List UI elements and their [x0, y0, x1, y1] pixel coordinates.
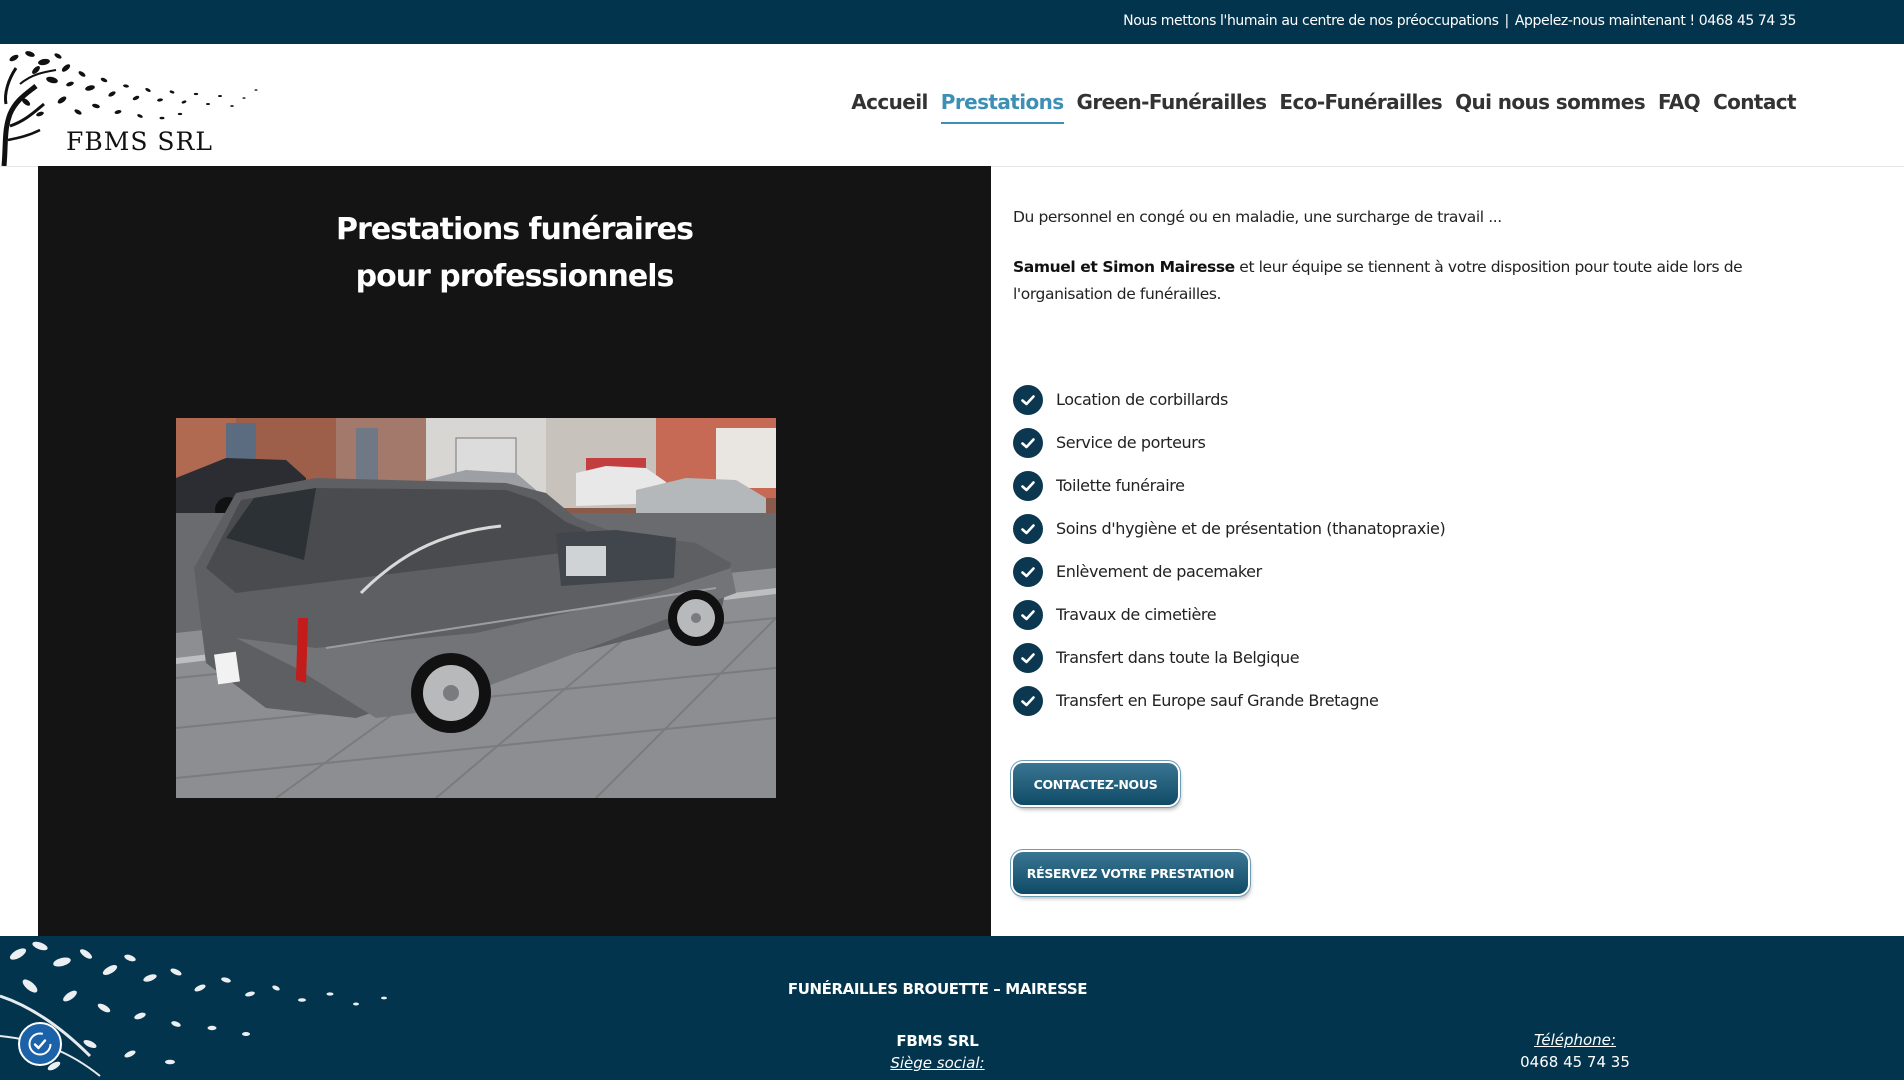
list-item: Enlèvement de pacemaker — [1013, 550, 1445, 593]
nav-eco-funerailles[interactable]: Eco-Funérailles — [1279, 90, 1442, 124]
nav-accueil[interactable]: Accueil — [851, 90, 928, 124]
intro-text: Du personnel en congé ou en maladie, une… — [1013, 208, 1502, 226]
check-circle-icon — [1013, 470, 1043, 501]
topbar-call[interactable]: Appelez-nous maintenant ! 0468 45 74 35 — [1515, 13, 1797, 29]
accessibility-button[interactable] — [18, 1022, 62, 1066]
nav-faq[interactable]: FAQ — [1658, 90, 1701, 124]
site-header: FBMS SRL Accueil Prestations Green-Funér… — [0, 44, 1904, 167]
logo-text: FBMS SRL — [66, 127, 213, 156]
site-footer: FUNÉRAILLES BROUETTE – MAIRESSE FBMS SRL… — [0, 936, 1904, 1080]
footer-company-name: FBMS SRL — [896, 1032, 979, 1050]
check-circle-icon — [1013, 556, 1043, 587]
accessibility-icon — [28, 1032, 52, 1056]
footer-phone-label: Téléphone: — [1534, 1031, 1616, 1049]
service-label: Transfert dans toute la Belgique — [1056, 648, 1300, 667]
list-item: Soins d'hygiène et de présentation (than… — [1013, 507, 1446, 550]
check-circle-icon — [1013, 685, 1043, 716]
nav-contact[interactable]: Contact — [1713, 90, 1797, 124]
topbar-text: Nous mettons l'humain au centre de nos p… — [1123, 13, 1796, 29]
list-item: Location de corbillards — [1013, 378, 1445, 421]
contact-button[interactable]: CONTACTEZ-NOUS — [1013, 763, 1178, 805]
check-circle-icon — [1013, 642, 1043, 673]
footer-phone-block: Téléphone: 0468 45 74 35 — [1440, 1031, 1710, 1071]
list-item: Service de porteurs — [1013, 421, 1445, 464]
service-label: Location de corbillards — [1056, 390, 1228, 409]
logo[interactable]: FBMS SRL — [0, 44, 270, 167]
nav-qui-nous-sommes[interactable]: Qui nous sommes — [1455, 90, 1646, 124]
hearse-photo — [176, 418, 776, 798]
check-circle-icon — [1013, 599, 1043, 630]
topbar-separator: | — [1504, 13, 1510, 29]
service-label: Enlèvement de pacemaker — [1056, 562, 1262, 581]
page-title-line1: Prestations funéraires — [336, 212, 694, 247]
leaves-decoration-icon — [0, 941, 387, 1077]
list-item: Transfert en Europe sauf Grande Bretagne — [1013, 679, 1445, 722]
check-circle-icon — [1013, 513, 1043, 544]
reserve-button[interactable]: RÉSERVEZ VOTRE PRESTATION — [1013, 852, 1248, 894]
check-circle-icon — [1013, 384, 1043, 415]
footer-siege-label: Siège social: — [890, 1054, 985, 1072]
description-bold: Samuel et Simon Mairesse — [1013, 258, 1235, 276]
service-label: Travaux de cimetière — [1056, 605, 1217, 624]
list-item: Travaux de cimetière — [1013, 593, 1445, 636]
services-list: Location de corbillards Service de porte… — [1013, 378, 1446, 722]
hearse-image — [176, 418, 776, 798]
list-item: Toilette funéraire — [1013, 464, 1445, 507]
footer-company-block: FBMS SRL Siège social: — [800, 1032, 1075, 1072]
service-label: Toilette funéraire — [1056, 476, 1185, 495]
footer-brand: FUNÉRAILLES BROUETTE – MAIRESSE — [787, 980, 1088, 998]
description-text: Samuel et Simon Mairesse et leur équipe … — [1013, 254, 1813, 308]
service-label: Transfert en Europe sauf Grande Bretagne — [1056, 691, 1379, 710]
service-label: Service de porteurs — [1056, 433, 1206, 452]
topbar-tagline: Nous mettons l'humain au centre de nos p… — [1123, 13, 1499, 29]
nav-green-funerailles[interactable]: Green-Funérailles — [1077, 90, 1267, 124]
page-title-line2: pour professionnels — [355, 259, 675, 294]
page-title: Prestations funéraires pour professionne… — [38, 206, 991, 300]
list-item: Transfert dans toute la Belgique — [1013, 636, 1445, 679]
hero-panel: Prestations funéraires pour professionne… — [38, 166, 991, 936]
service-label: Soins d'hygiène et de présentation (than… — [1056, 519, 1446, 538]
main-nav: Accueil Prestations Green-Funérailles Ec… — [851, 90, 1797, 124]
nav-prestations[interactable]: Prestations — [940, 90, 1064, 124]
footer-phone-number[interactable]: 0468 45 74 35 — [1440, 1053, 1710, 1071]
check-circle-icon — [1013, 427, 1043, 458]
top-bar: Nous mettons l'humain au centre de nos p… — [0, 0, 1904, 44]
